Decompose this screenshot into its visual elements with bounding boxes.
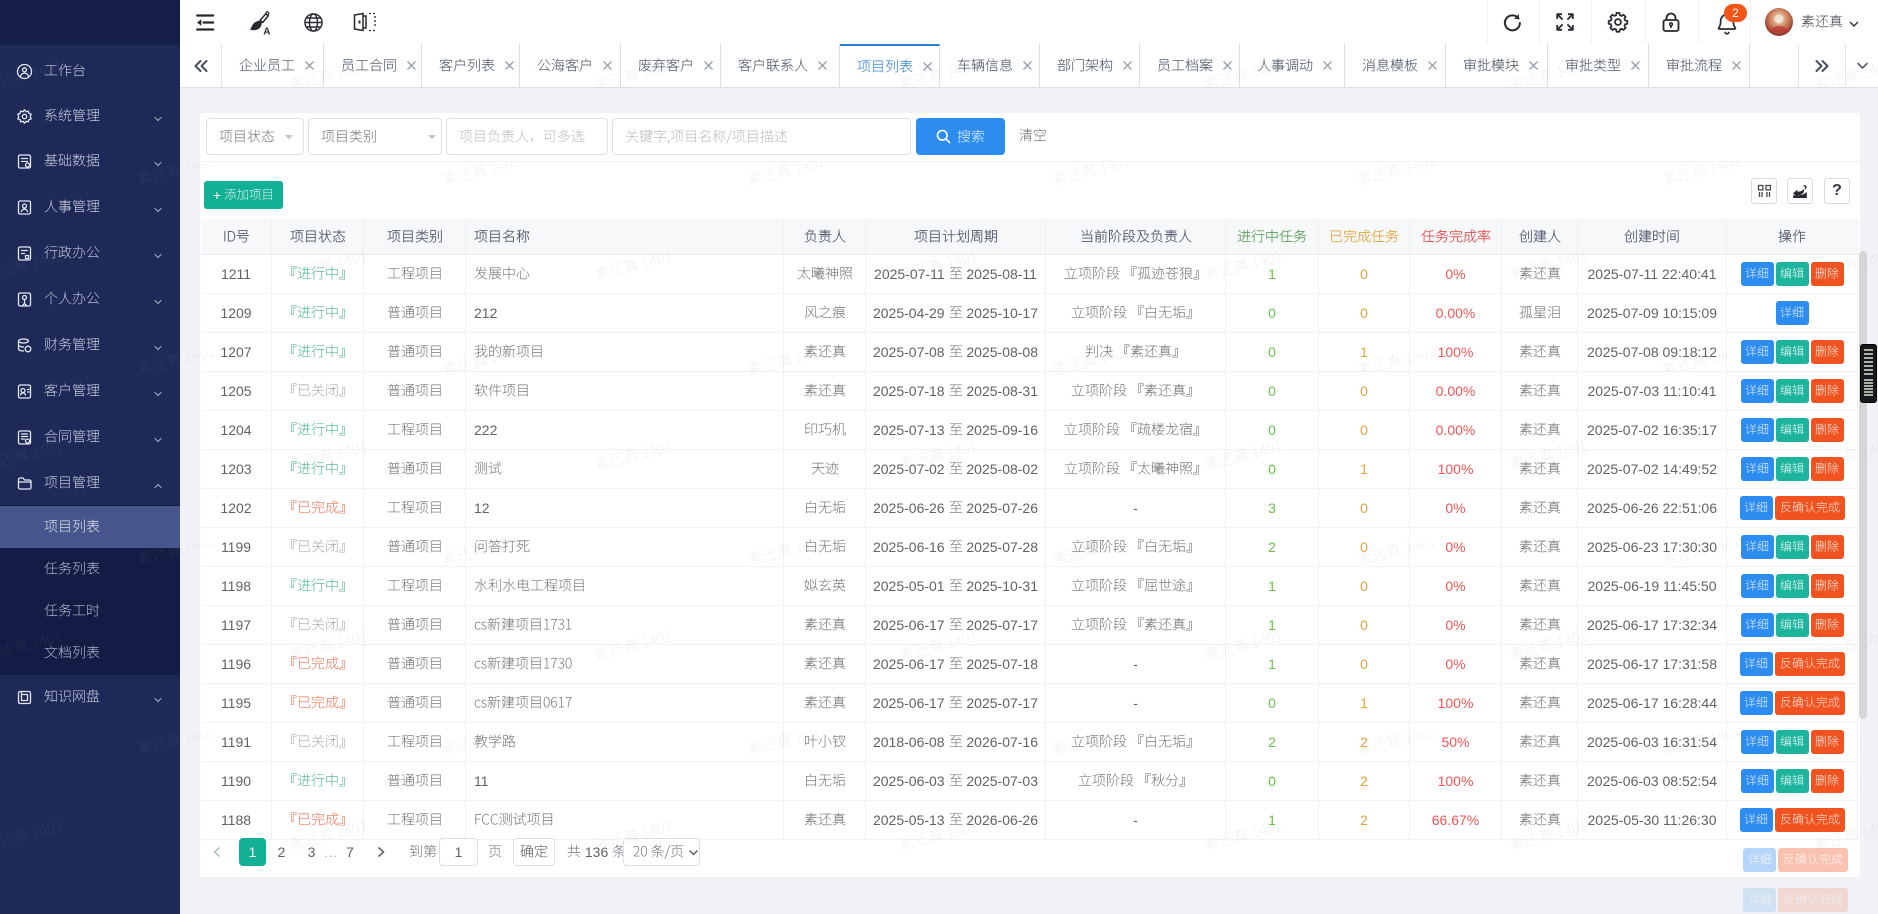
- svg-text:A: A: [263, 27, 270, 36]
